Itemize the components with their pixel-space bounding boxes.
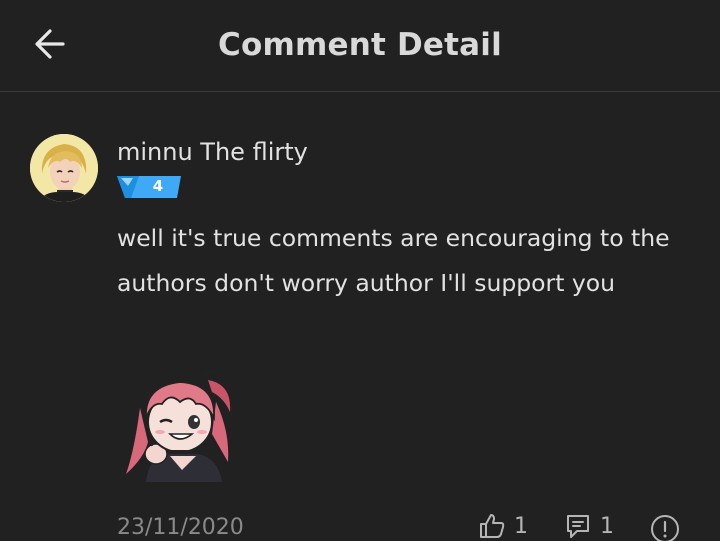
header-bar: Comment Detail [0, 0, 720, 92]
avatar[interactable] [30, 134, 98, 202]
like-count: 1 [514, 513, 528, 539]
comment-date: 23/11/2020 [117, 515, 244, 540]
avatar-image [30, 134, 98, 202]
thumbs-up-icon [480, 514, 505, 538]
level-badge [117, 176, 181, 198]
comment-text: well it's true comments are encouraging … [117, 224, 670, 297]
comment-detail-screen: Comment Detail minnu The flirty 4 well i… [0, 0, 720, 541]
username[interactable]: minnu The flirty [117, 138, 308, 166]
comment-icon [567, 515, 589, 538]
sticker-image [126, 370, 231, 482]
page-title: Comment Detail [218, 27, 502, 63]
like-button[interactable]: 1 [478, 512, 528, 540]
report-icon[interactable] [650, 514, 680, 541]
reply-count: 1 [600, 513, 614, 539]
reply-button[interactable]: 1 [564, 512, 614, 540]
level-number: 4 [152, 177, 164, 195]
